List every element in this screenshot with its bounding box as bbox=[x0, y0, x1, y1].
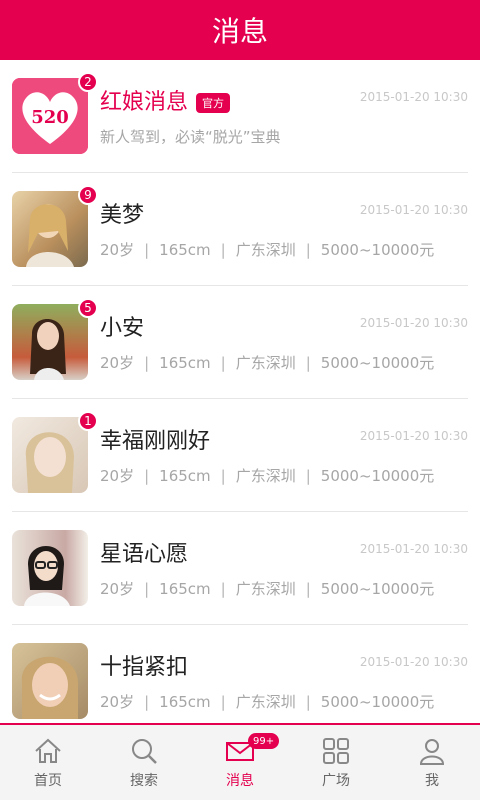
heart-icon: 520 bbox=[12, 78, 88, 154]
avatar bbox=[12, 304, 88, 380]
unread-badge: 1 bbox=[78, 411, 98, 431]
avatar-text: 520 bbox=[31, 107, 69, 128]
profile-details: 20岁 | 165cm | 广东深圳 | 5000~10000元 bbox=[100, 693, 435, 711]
avatar bbox=[12, 417, 88, 493]
avatar bbox=[12, 191, 88, 267]
search-icon bbox=[132, 738, 157, 764]
height: 165cm bbox=[159, 580, 211, 598]
height: 165cm bbox=[159, 467, 211, 485]
official-tag: 官方 bbox=[196, 93, 231, 113]
message-item[interactable]: 1 幸福刚刚好 2015-01-20 10:30 20岁 | 165cm | 广东深圳 |… bbox=[12, 399, 468, 512]
profile-details: 20岁 | 165cm | 广东深圳 | 5000~10000元 bbox=[100, 241, 435, 259]
tab-messages[interactable]: 99+ 消息 bbox=[192, 725, 288, 800]
message-item[interactable]: 9 美梦 2015-01-20 10:30 20岁 | 165cm | 广东深圳 | 500… bbox=[12, 173, 468, 286]
age: 20岁 bbox=[100, 580, 135, 598]
location: 广东深圳 bbox=[235, 580, 296, 598]
page-title: 消息 bbox=[211, 15, 268, 48]
bottom-tab-bar: 首页 搜索 99+ 消息 广场 我 bbox=[0, 723, 480, 800]
income: 5000~10000元 bbox=[320, 693, 435, 711]
message-time: 2015-01-20 10:30 bbox=[359, 203, 468, 217]
tab-me[interactable]: 我 bbox=[384, 725, 480, 800]
message-item[interactable]: 星语心愿 2015-01-20 10:30 20岁 | 165cm | 广东深圳 | 500… bbox=[12, 512, 468, 625]
person-photo-icon bbox=[30, 319, 66, 380]
age: 20岁 bbox=[100, 241, 135, 259]
tab-label: 广场 bbox=[322, 772, 350, 789]
location: 广东深圳 bbox=[235, 241, 296, 259]
contact-name: 星语心愿 bbox=[100, 542, 189, 567]
unread-badge: 2 bbox=[78, 72, 98, 92]
message-item[interactable]: 5 小安 2015-01-20 10:30 20岁 | 165cm | 广东深圳 | 500… bbox=[12, 286, 468, 399]
tab-label: 首页 bbox=[34, 772, 62, 789]
person-photo-icon bbox=[25, 432, 74, 493]
contact-name: 小安 bbox=[100, 316, 145, 341]
unread-badge: 5 bbox=[78, 298, 98, 318]
message-item-official[interactable]: 520 2 红娘消息 官方 2015-01-20 10:30 新人驾到，必读“脱光… bbox=[12, 60, 468, 173]
message-list: 520 2 红娘消息 官方 2015-01-20 10:30 新人驾到，必读“脱光… bbox=[0, 60, 480, 723]
income: 5000~10000元 bbox=[320, 354, 435, 372]
message-time: 2015-01-20 10:30 bbox=[359, 90, 468, 104]
location: 广东深圳 bbox=[235, 354, 296, 372]
person-photo-icon bbox=[26, 204, 74, 267]
person-photo-icon bbox=[24, 546, 70, 606]
age: 20岁 bbox=[100, 354, 135, 372]
message-time: 2015-01-20 10:30 bbox=[359, 316, 468, 330]
tab-unread-badge: 99+ bbox=[248, 733, 280, 749]
avatar bbox=[12, 530, 88, 606]
profile-details: 20岁 | 165cm | 广东深圳 | 5000~10000元 bbox=[100, 467, 435, 485]
message-preview: 新人驾到，必读“脱光”宝典 bbox=[100, 128, 281, 146]
income: 5000~10000元 bbox=[320, 467, 435, 485]
contact-name: 红娘消息 官方 bbox=[100, 84, 231, 116]
unread-badge: 9 bbox=[78, 185, 98, 205]
tab-square[interactable]: 广场 bbox=[288, 725, 384, 800]
location: 广东深圳 bbox=[235, 467, 296, 485]
age: 20岁 bbox=[100, 693, 135, 711]
height: 165cm bbox=[159, 241, 211, 259]
height: 165cm bbox=[159, 354, 211, 372]
avatar-520-heart: 520 bbox=[12, 78, 88, 154]
contact-name: 十指紧扣 bbox=[100, 655, 189, 680]
avatar bbox=[12, 643, 88, 719]
tab-label: 搜索 bbox=[130, 772, 158, 789]
home-icon bbox=[35, 738, 61, 763]
profile-details: 20岁 | 165cm | 广东深圳 | 5000~10000元 bbox=[100, 354, 435, 372]
grid-icon bbox=[323, 737, 349, 764]
contact-name: 美梦 bbox=[100, 203, 145, 228]
profile-details: 20岁 | 165cm | 广东深圳 | 5000~10000元 bbox=[100, 580, 435, 598]
contact-name-text: 红娘消息 bbox=[100, 90, 189, 115]
tab-home[interactable]: 首页 bbox=[0, 725, 96, 800]
height: 165cm bbox=[159, 693, 211, 711]
contact-name: 幸福刚刚好 bbox=[100, 429, 211, 454]
tab-label: 消息 bbox=[226, 772, 254, 789]
message-item[interactable]: 十指紧扣 2015-01-20 10:30 20岁 | 165cm | 广东深圳 | 500… bbox=[12, 625, 468, 723]
location: 广东深圳 bbox=[235, 693, 296, 711]
tab-search[interactable]: 搜索 bbox=[96, 725, 192, 800]
message-time: 2015-01-20 10:30 bbox=[359, 655, 468, 669]
user-icon bbox=[419, 738, 445, 765]
message-time: 2015-01-20 10:30 bbox=[359, 429, 468, 443]
message-time: 2015-01-20 10:30 bbox=[359, 542, 468, 556]
income: 5000~10000元 bbox=[320, 241, 435, 259]
person-photo-icon bbox=[21, 656, 78, 719]
income: 5000~10000元 bbox=[320, 580, 435, 598]
top-bar: 消息 bbox=[0, 0, 480, 60]
tab-label: 我 bbox=[425, 772, 439, 789]
age: 20岁 bbox=[100, 467, 135, 485]
